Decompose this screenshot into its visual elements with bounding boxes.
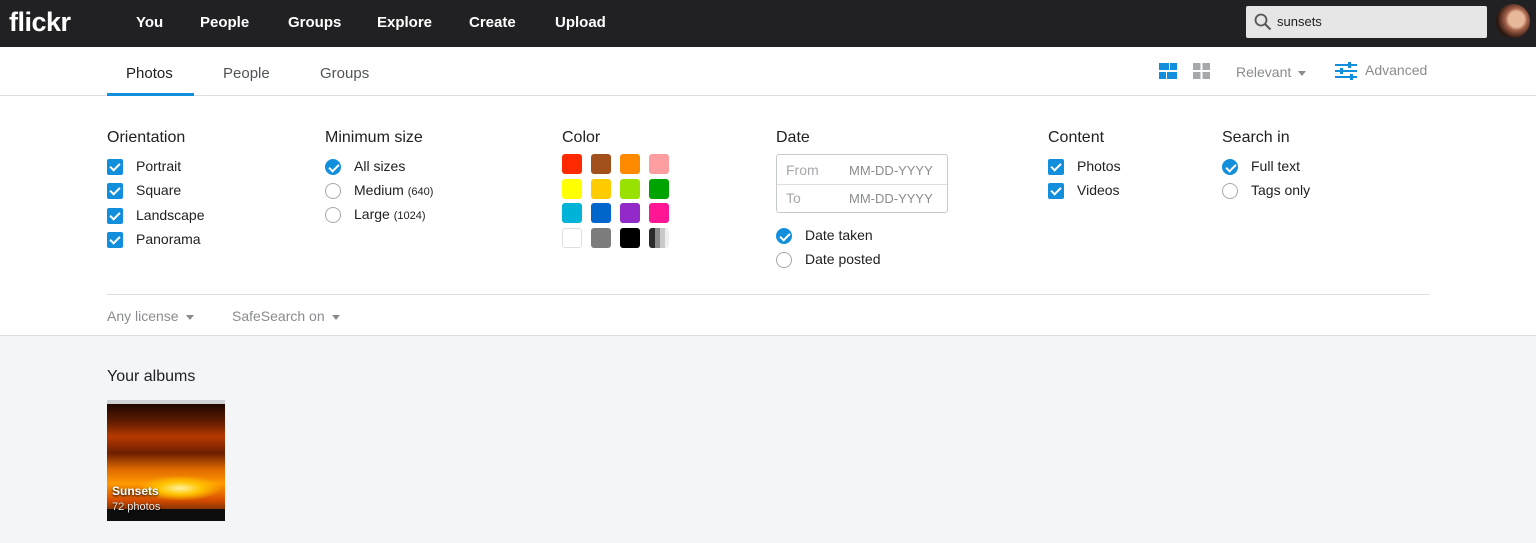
search-query-text: sunsets: [1277, 14, 1322, 29]
date-from-label: From: [786, 162, 819, 178]
color-swatch[interactable]: [591, 203, 611, 223]
sliders-icon[interactable]: [1335, 62, 1357, 85]
color-swatch[interactable]: [562, 154, 582, 174]
radio-empty-icon: [1222, 183, 1238, 199]
radio-empty-icon: [776, 252, 792, 268]
user-avatar[interactable]: [1496, 4, 1530, 38]
color-swatch[interactable]: [649, 227, 669, 248]
nav-upload[interactable]: Upload: [555, 14, 606, 31]
color-swatch[interactable]: [620, 154, 640, 174]
albums-heading: Your albums: [107, 368, 196, 385]
divider: [777, 184, 947, 185]
sort-label: Relevant: [1236, 64, 1292, 80]
checkbox-checked-icon: [1048, 183, 1064, 199]
radio-selected-icon: [776, 228, 792, 244]
chevron-down-icon: [331, 314, 340, 320]
date-from-input[interactable]: MM-DD-YYYY: [849, 163, 933, 178]
chevron-down-icon: [185, 314, 194, 320]
chevron-down-icon: [1298, 70, 1307, 76]
sort-dropdown[interactable]: Relevant: [1236, 64, 1307, 80]
album-photo-count: 72 photos: [112, 501, 161, 513]
checkbox-checked-icon: [1048, 159, 1064, 175]
safesearch-dropdown[interactable]: SafeSearch on: [232, 308, 340, 324]
search-input[interactable]: sunsets: [1246, 6, 1487, 38]
color-swatch[interactable]: [591, 227, 611, 248]
date-heading: Date: [776, 129, 810, 146]
date-to-input[interactable]: MM-DD-YYYY: [849, 191, 933, 206]
advanced-toggle-button[interactable]: Advanced: [1365, 62, 1427, 78]
tab-groups[interactable]: Groups: [320, 65, 369, 82]
nav-create[interactable]: Create: [469, 14, 516, 31]
color-swatch[interactable]: [620, 227, 640, 248]
search-icon[interactable]: [1254, 13, 1272, 36]
license-dropdown[interactable]: Any license: [107, 308, 194, 324]
color-swatch[interactable]: [562, 227, 582, 248]
color-swatch[interactable]: [591, 154, 611, 174]
album-title: Sunsets: [112, 484, 159, 498]
nav-you[interactable]: You: [136, 14, 163, 31]
checkbox-checked-icon: [107, 183, 123, 199]
orientation-heading: Orientation: [107, 129, 186, 146]
color-swatch[interactable]: [562, 203, 582, 223]
checkbox-checked-icon: [107, 159, 123, 175]
color-swatch[interactable]: [562, 178, 582, 199]
color-swatch[interactable]: [649, 178, 669, 199]
checkbox-checked-icon: [107, 232, 123, 248]
color-heading: Color: [562, 129, 601, 146]
color-swatch[interactable]: [649, 154, 669, 174]
nav-explore[interactable]: Explore: [377, 14, 432, 31]
color-swatch[interactable]: [620, 178, 640, 199]
color-swatch[interactable]: [591, 178, 611, 199]
content-heading: Content: [1048, 129, 1105, 146]
radio-selected-icon: [325, 159, 341, 175]
minimum-size-heading: Minimum size: [325, 129, 423, 146]
radio-empty-icon: [325, 207, 341, 223]
nav-people[interactable]: People: [200, 14, 249, 31]
divider: [107, 294, 1430, 295]
date-to-label: To: [786, 190, 801, 206]
flickr-logo[interactable]: flickr: [9, 7, 71, 38]
tab-people[interactable]: People: [223, 65, 270, 82]
justified-view-icon[interactable]: [1159, 63, 1177, 84]
radio-selected-icon: [1222, 159, 1238, 175]
radio-empty-icon: [325, 183, 341, 199]
top-navigation-bar: flickr You People Groups Explore Create …: [0, 0, 1536, 47]
date-range-inputs: From MM-DD-YYYY To MM-DD-YYYY: [776, 154, 948, 213]
color-swatch[interactable]: [620, 203, 640, 223]
color-swatch[interactable]: [649, 203, 669, 223]
nav-groups[interactable]: Groups: [288, 14, 341, 31]
search-in-heading: Search in: [1222, 129, 1290, 146]
advanced-filters-panel: Orientation Portrait Square Landscape Pa…: [0, 96, 1536, 336]
tab-photos[interactable]: Photos: [126, 65, 173, 82]
grid-view-icon[interactable]: [1193, 63, 1210, 84]
checkbox-checked-icon: [107, 208, 123, 224]
search-tabs-bar: Photos People Groups Relevant Advanced: [0, 47, 1536, 96]
album-card[interactable]: Sunsets 72 photos: [107, 400, 225, 521]
